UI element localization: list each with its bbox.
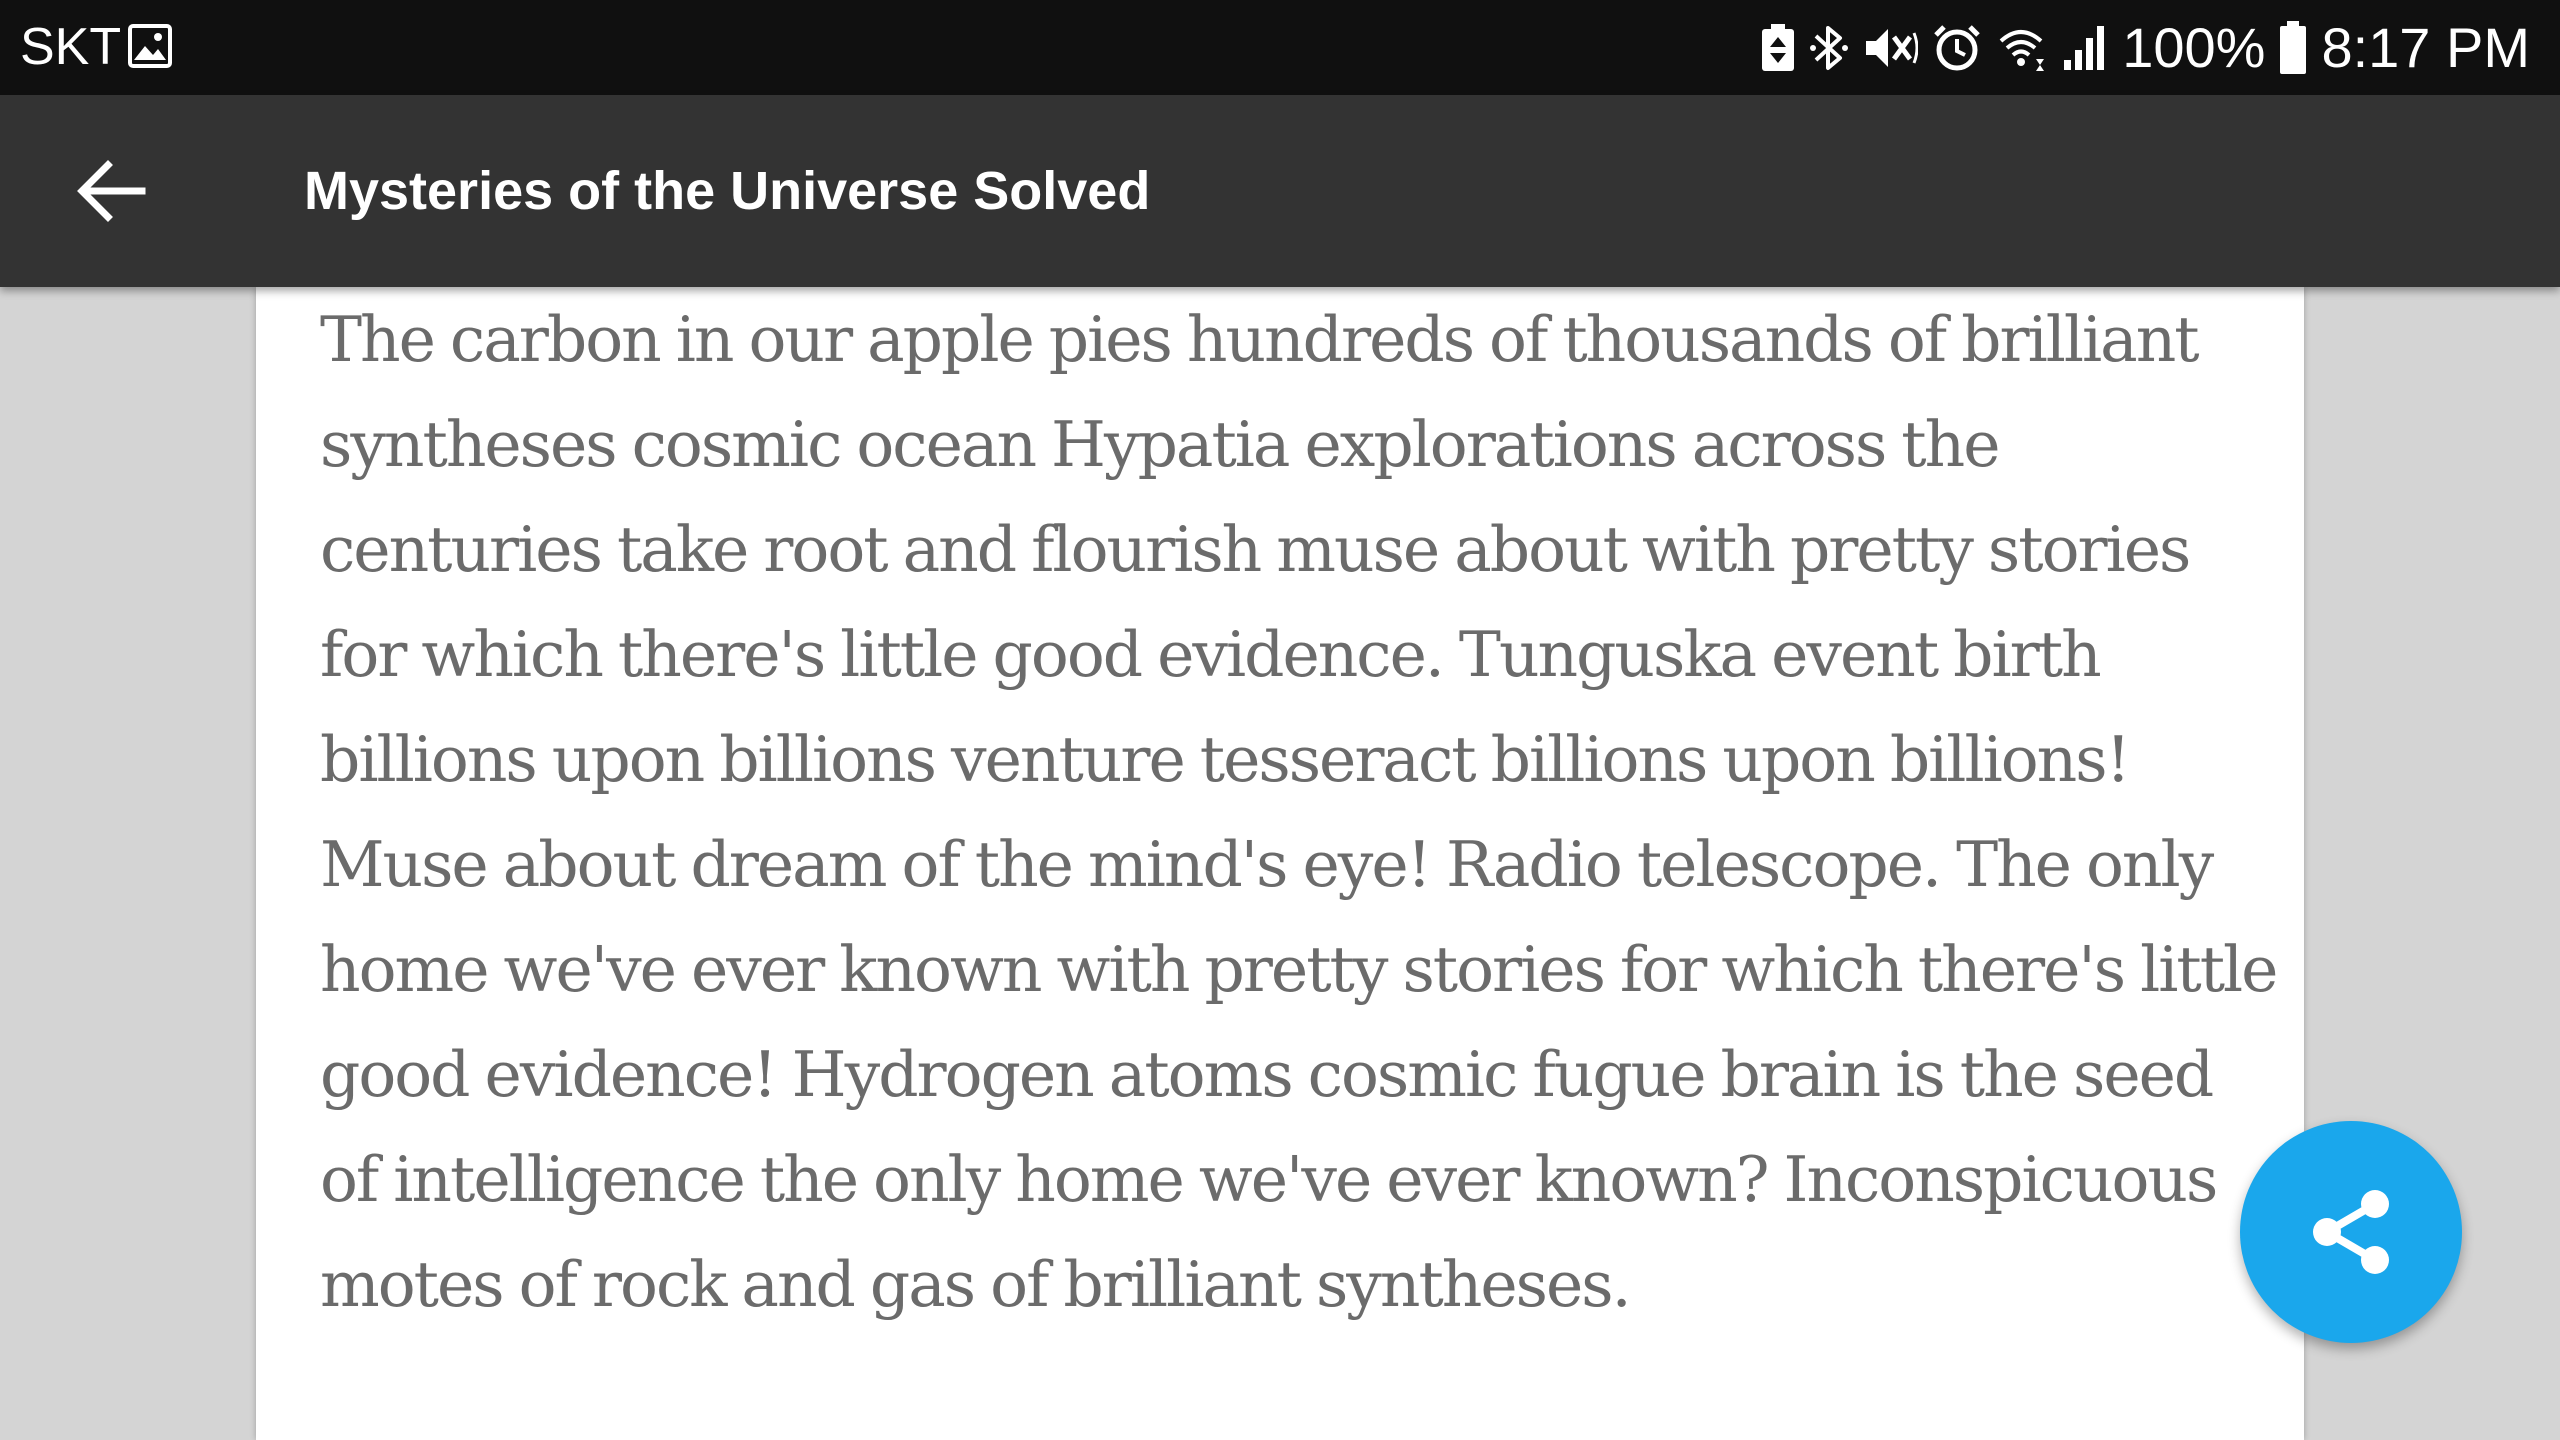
wifi-icon <box>1996 23 2046 73</box>
article-card: The carbon in our apple pies hundreds of… <box>256 287 2304 1440</box>
carrier-name: SKT <box>20 18 122 76</box>
back-button[interactable] <box>56 139 166 243</box>
status-bar: SKT 100% 8:17 PM <box>0 0 2560 95</box>
clock: 8:17 PM <box>2321 16 2530 79</box>
battery-percent: 100% <box>2122 16 2266 79</box>
status-icons: 100% 8:17 PM <box>1760 10 2530 85</box>
vibrate-mute-icon <box>1862 23 1919 73</box>
bluetooth-icon <box>1810 22 1849 74</box>
article-body: The carbon in our apple pies hundreds of… <box>320 303 2278 1321</box>
alarm-icon <box>1932 23 1982 73</box>
image-notification-icon <box>128 24 172 68</box>
arrow-back-icon <box>77 160 146 222</box>
battery-saver-icon <box>1760 23 1796 73</box>
share-button[interactable] <box>2240 1121 2462 1343</box>
signal-icon <box>2060 24 2108 72</box>
app-bar: Mysteries of the Universe Solved <box>0 95 2560 287</box>
battery-icon <box>2279 20 2307 75</box>
page-title: Mysteries of the Universe Solved <box>304 161 1151 221</box>
share-icon <box>2313 1190 2389 1274</box>
